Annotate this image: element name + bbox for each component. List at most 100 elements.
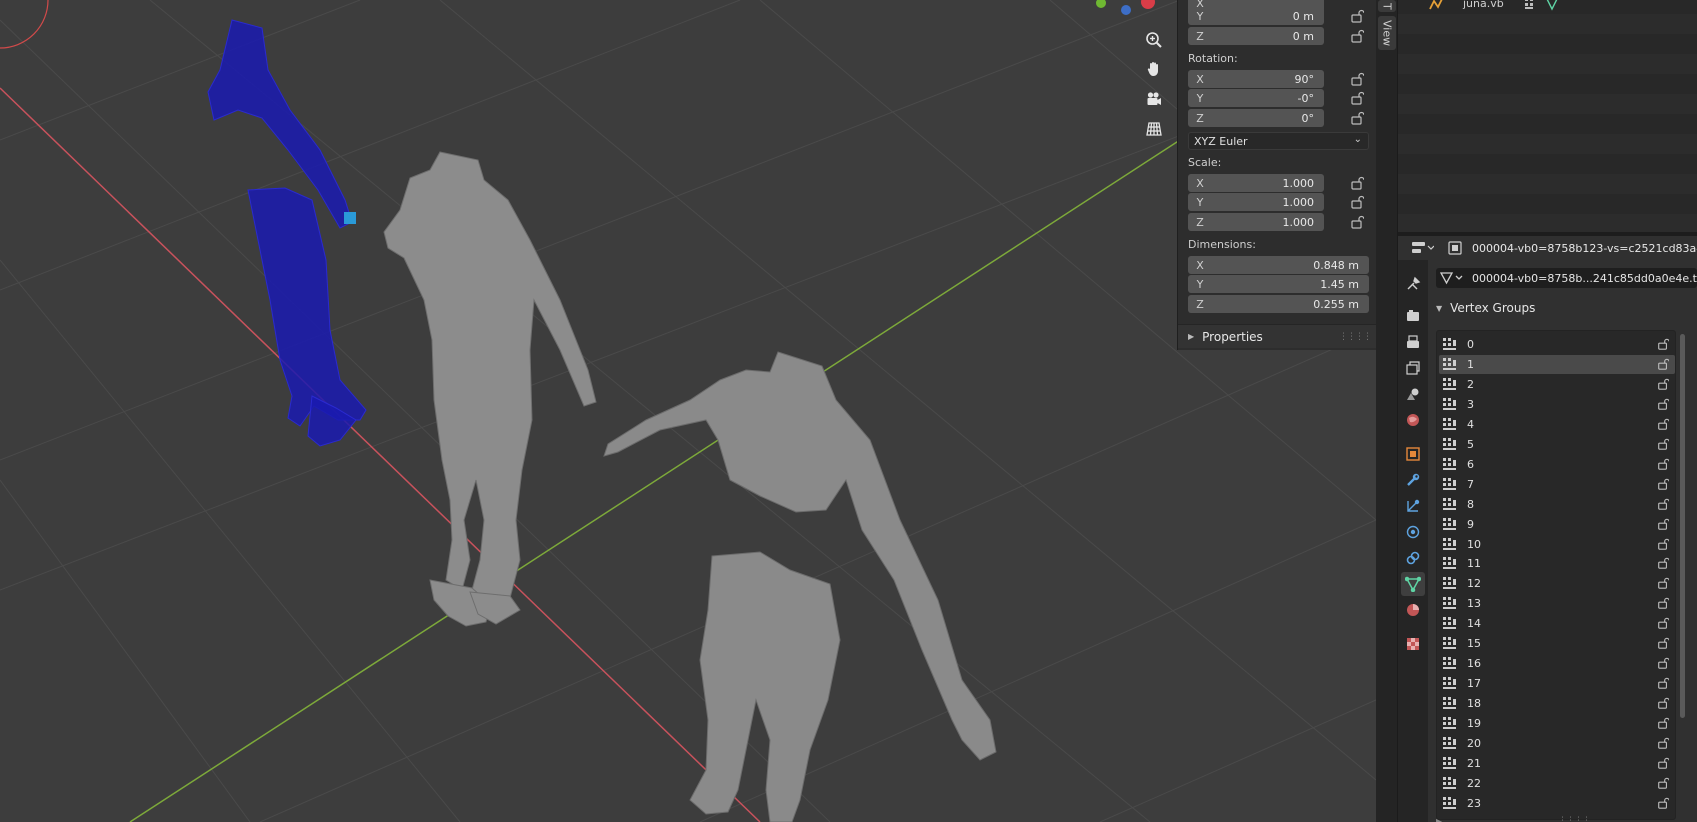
vertex-group-name[interactable]: 10 [1467,538,1481,551]
tool-tab-icon[interactable] [1401,272,1425,296]
lock-icon[interactable] [1350,9,1365,23]
lock-icon[interactable] [1657,338,1670,350]
lock-icon[interactable] [1350,72,1365,86]
lock-icon[interactable] [1657,757,1670,769]
vertex-group-row[interactable]: 18 [1439,694,1675,713]
lock-icon[interactable] [1350,29,1365,43]
list-expand-icon[interactable]: ▶ [1436,817,1442,822]
location-y-field[interactable]: Y 0 m [1188,7,1324,25]
lock-icon[interactable] [1657,657,1670,669]
lock-icon[interactable] [1657,398,1670,410]
constraints-tab-icon[interactable] [1401,546,1425,570]
lock-icon[interactable] [1657,498,1670,510]
vertex-group-row[interactable]: 3 [1439,395,1675,414]
scale-x-field[interactable]: X 1.000 [1188,174,1324,192]
mesh-datablock-field[interactable]: 000004-vb0=8758b...241c85dd0a0e4e.txt [1436,268,1697,288]
lock-icon[interactable] [1657,717,1670,729]
vertex-group-name[interactable]: 22 [1467,777,1481,790]
vertex-group-row[interactable]: 10 [1439,535,1675,554]
vertex-group-row[interactable]: 4 [1439,415,1675,434]
vertex-group-row[interactable]: 19 [1439,714,1675,733]
vertex-group-row[interactable]: 13 [1439,594,1675,613]
vertex-group-row[interactable]: 1 [1439,354,1675,374]
hand-pan-icon[interactable] [1142,57,1166,81]
lock-icon[interactable] [1657,378,1670,390]
vertex-group-name[interactable]: 16 [1467,657,1481,670]
tab-tool[interactable]: T [1378,0,1396,12]
lock-icon[interactable] [1657,697,1670,709]
lock-icon[interactable] [1657,458,1670,470]
lock-icon[interactable] [1657,358,1670,370]
outliner[interactable]: juna.vb [1398,0,1697,234]
vertex-group-row[interactable]: 21 [1439,754,1675,773]
mesh-data-icon[interactable] [1440,271,1464,285]
tab-view[interactable]: View [1378,16,1396,50]
lock-icon[interactable] [1657,637,1670,649]
vertex-group-row[interactable]: 5 [1439,435,1675,454]
texture-tab-icon[interactable] [1401,632,1425,656]
lock-icon[interactable] [1657,797,1670,809]
scale-y-field[interactable]: Y 1.000 [1188,193,1324,211]
rotation-mode-select[interactable]: XYZ Euler ⌄ [1188,132,1369,150]
lock-icon[interactable] [1657,617,1670,629]
vertex-group-name[interactable]: 6 [1467,458,1474,471]
vertex-group-row[interactable]: 9 [1439,515,1675,534]
list-scrollbar[interactable] [1680,334,1685,718]
vertex-group-name[interactable]: 5 [1467,438,1474,451]
lock-icon[interactable] [1657,557,1670,570]
scale-z-field[interactable]: Z 1.000 [1188,213,1324,231]
location-z-field[interactable]: Z 0 m [1188,27,1324,45]
view-layer-tab-icon[interactable] [1401,356,1425,380]
vertex-group-name[interactable]: 14 [1467,617,1481,630]
mesh-data-tab-icon[interactable] [1401,572,1425,596]
editor-type-icon[interactable] [1412,240,1434,256]
lock-icon[interactable] [1657,597,1670,610]
material-tab-icon[interactable] [1401,598,1425,622]
lock-icon[interactable] [1657,418,1670,430]
vertex-group-row[interactable]: 11 [1439,554,1675,573]
vertex-group-row[interactable]: 15 [1439,634,1675,653]
vertex-group-row[interactable]: 23 [1439,794,1675,813]
vertex-group-name[interactable]: 23 [1467,797,1481,810]
lock-icon[interactable] [1350,91,1365,105]
lock-icon[interactable] [1657,777,1670,789]
properties-panel-header[interactable]: ▶ Properties ⋮⋮⋮⋮ [1178,324,1376,348]
lock-icon[interactable] [1657,677,1670,689]
3d-viewport[interactable]: X Y 0 m Z 0 m Rotation: X 90° Y -0° Z 0° XYZ … [0,0,1376,822]
physics-tab-icon[interactable] [1401,520,1425,544]
vertex-groups-panel-header[interactable]: ▼ Vertex Groups [1428,296,1697,320]
vertex-group-name[interactable]: 2 [1467,378,1474,391]
vertex-group-name[interactable]: 11 [1467,557,1481,570]
grid-perspective-icon[interactable] [1142,117,1166,141]
dimensions-x-field[interactable]: X 0.848 m [1188,256,1369,274]
output-tab-icon[interactable] [1401,330,1425,354]
outliner-item-label[interactable]: juna.vb [1463,0,1504,10]
vertex-group-row[interactable]: 16 [1439,654,1675,673]
zoom-icon[interactable] [1142,28,1166,52]
object-tab-icon[interactable] [1401,442,1425,466]
dimensions-y-field[interactable]: Y 1.45 m [1188,275,1369,293]
world-tab-icon[interactable] [1401,408,1425,432]
rotation-x-field[interactable]: X 90° [1188,70,1324,88]
vertex-group-name[interactable]: 20 [1467,737,1481,750]
vertex-group-name[interactable]: 15 [1467,637,1481,650]
vertex-groups-list[interactable]: 0 1 2 3 4 5 6 7 8 9 10 11 12 13 14 15 16 17 18 19 20 21 22 23 [1436,330,1676,820]
vertex-group-row[interactable]: 14 [1439,614,1675,633]
lock-icon[interactable] [1350,111,1365,125]
vertex-group-row[interactable]: 17 [1439,674,1675,693]
vertex-group-name[interactable]: 19 [1467,717,1481,730]
modifier-tab-icon[interactable] [1401,468,1425,492]
drag-grip-icon[interactable]: ⋮⋮⋮⋮ [1339,332,1372,342]
lock-icon[interactable] [1657,538,1670,550]
lock-icon[interactable] [1657,438,1670,450]
outliner-row[interactable]: juna.vb [1398,0,1697,14]
vertex-group-name[interactable]: 1 [1467,358,1474,371]
vertex-group-name[interactable]: 12 [1467,577,1481,590]
vertex-group-row[interactable]: 0 [1439,335,1675,354]
lock-icon[interactable] [1350,215,1365,229]
vertex-group-row[interactable]: 6 [1439,455,1675,474]
vertex-group-name[interactable]: 18 [1467,697,1481,710]
lock-icon[interactable] [1657,478,1670,490]
list-resize-grip-icon[interactable]: ⋮⋮⋮⋮ [1558,816,1591,822]
dimensions-z-field[interactable]: Z 0.255 m [1188,295,1369,313]
